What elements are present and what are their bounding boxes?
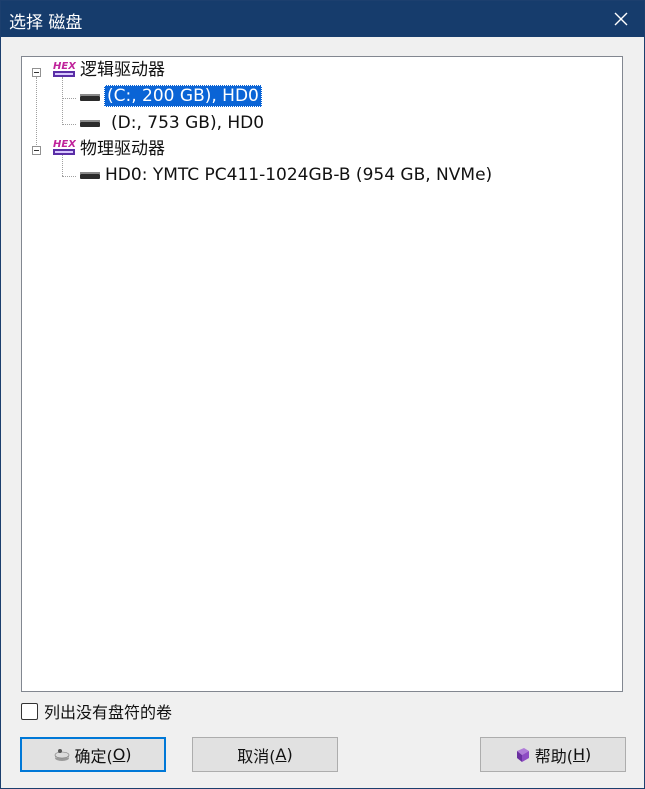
select-disk-dialog: 选择 磁盘 HEX 逻辑驱动器 (C:, 200 GB), HD0 (D:, 7	[0, 0, 645, 789]
disk-tree[interactable]: HEX 逻辑驱动器 (C:, 200 GB), HD0 (D:, 753 GB)…	[21, 56, 623, 692]
tree-group-logical-drives[interactable]: 逻辑驱动器	[80, 59, 165, 81]
cancel-label-key: A	[275, 745, 287, 764]
tree-item-drive-c[interactable]: (C:, 200 GB), HD0	[104, 85, 262, 107]
help-label-post: )	[585, 745, 592, 764]
collapse-toggle-physical[interactable]	[32, 146, 41, 155]
disk-icon	[54, 748, 70, 762]
tree-connector	[62, 77, 63, 125]
ok-button[interactable]: 确定(O)	[20, 737, 166, 772]
cancel-button[interactable]: 取消(A)	[192, 737, 338, 772]
cancel-label-pre: 取消(	[237, 746, 276, 766]
tree-connector	[62, 176, 76, 177]
tree-group-physical-drives[interactable]: 物理驱动器	[80, 138, 165, 160]
ok-label-pre: 确定(	[74, 746, 113, 766]
list-volumes-option[interactable]: 列出没有盘符的卷	[21, 699, 172, 723]
window-title: 选择 磁盘	[9, 13, 83, 33]
close-button[interactable]	[598, 1, 644, 37]
tree-connector	[36, 77, 37, 149]
tree-connector	[62, 155, 63, 176]
cancel-label-post: )	[286, 745, 293, 764]
drive-icon	[80, 94, 102, 103]
svg-text:HEX: HEX	[53, 61, 76, 72]
hex-editor-icon: HEX	[52, 137, 77, 157]
tree-connector	[62, 98, 76, 99]
ok-label-key: O	[112, 745, 126, 764]
collapse-toggle-logical[interactable]	[32, 68, 41, 77]
drive-icon	[80, 172, 102, 181]
title-bar[interactable]: 选择 磁盘	[1, 1, 644, 37]
help-book-icon	[515, 747, 531, 763]
tree-item-hd0[interactable]: HD0: YMTC PC411-1024GB-B (954 GB, NVMe)	[105, 164, 492, 186]
drive-icon	[80, 120, 102, 129]
help-label-key: H	[572, 745, 586, 764]
list-volumes-label[interactable]: 列出没有盘符的卷	[44, 699, 172, 723]
help-label-pre: 帮助(	[534, 746, 573, 766]
tree-item-drive-d[interactable]: (D:, 753 GB), HD0	[111, 112, 264, 134]
tree-connector	[62, 124, 76, 125]
help-button[interactable]: 帮助(H)	[480, 737, 626, 772]
hex-editor-icon: HEX	[52, 59, 77, 79]
close-icon	[613, 11, 629, 27]
list-volumes-checkbox[interactable]	[21, 702, 38, 720]
svg-text:HEX: HEX	[53, 139, 76, 150]
ok-label-post: )	[125, 745, 132, 764]
